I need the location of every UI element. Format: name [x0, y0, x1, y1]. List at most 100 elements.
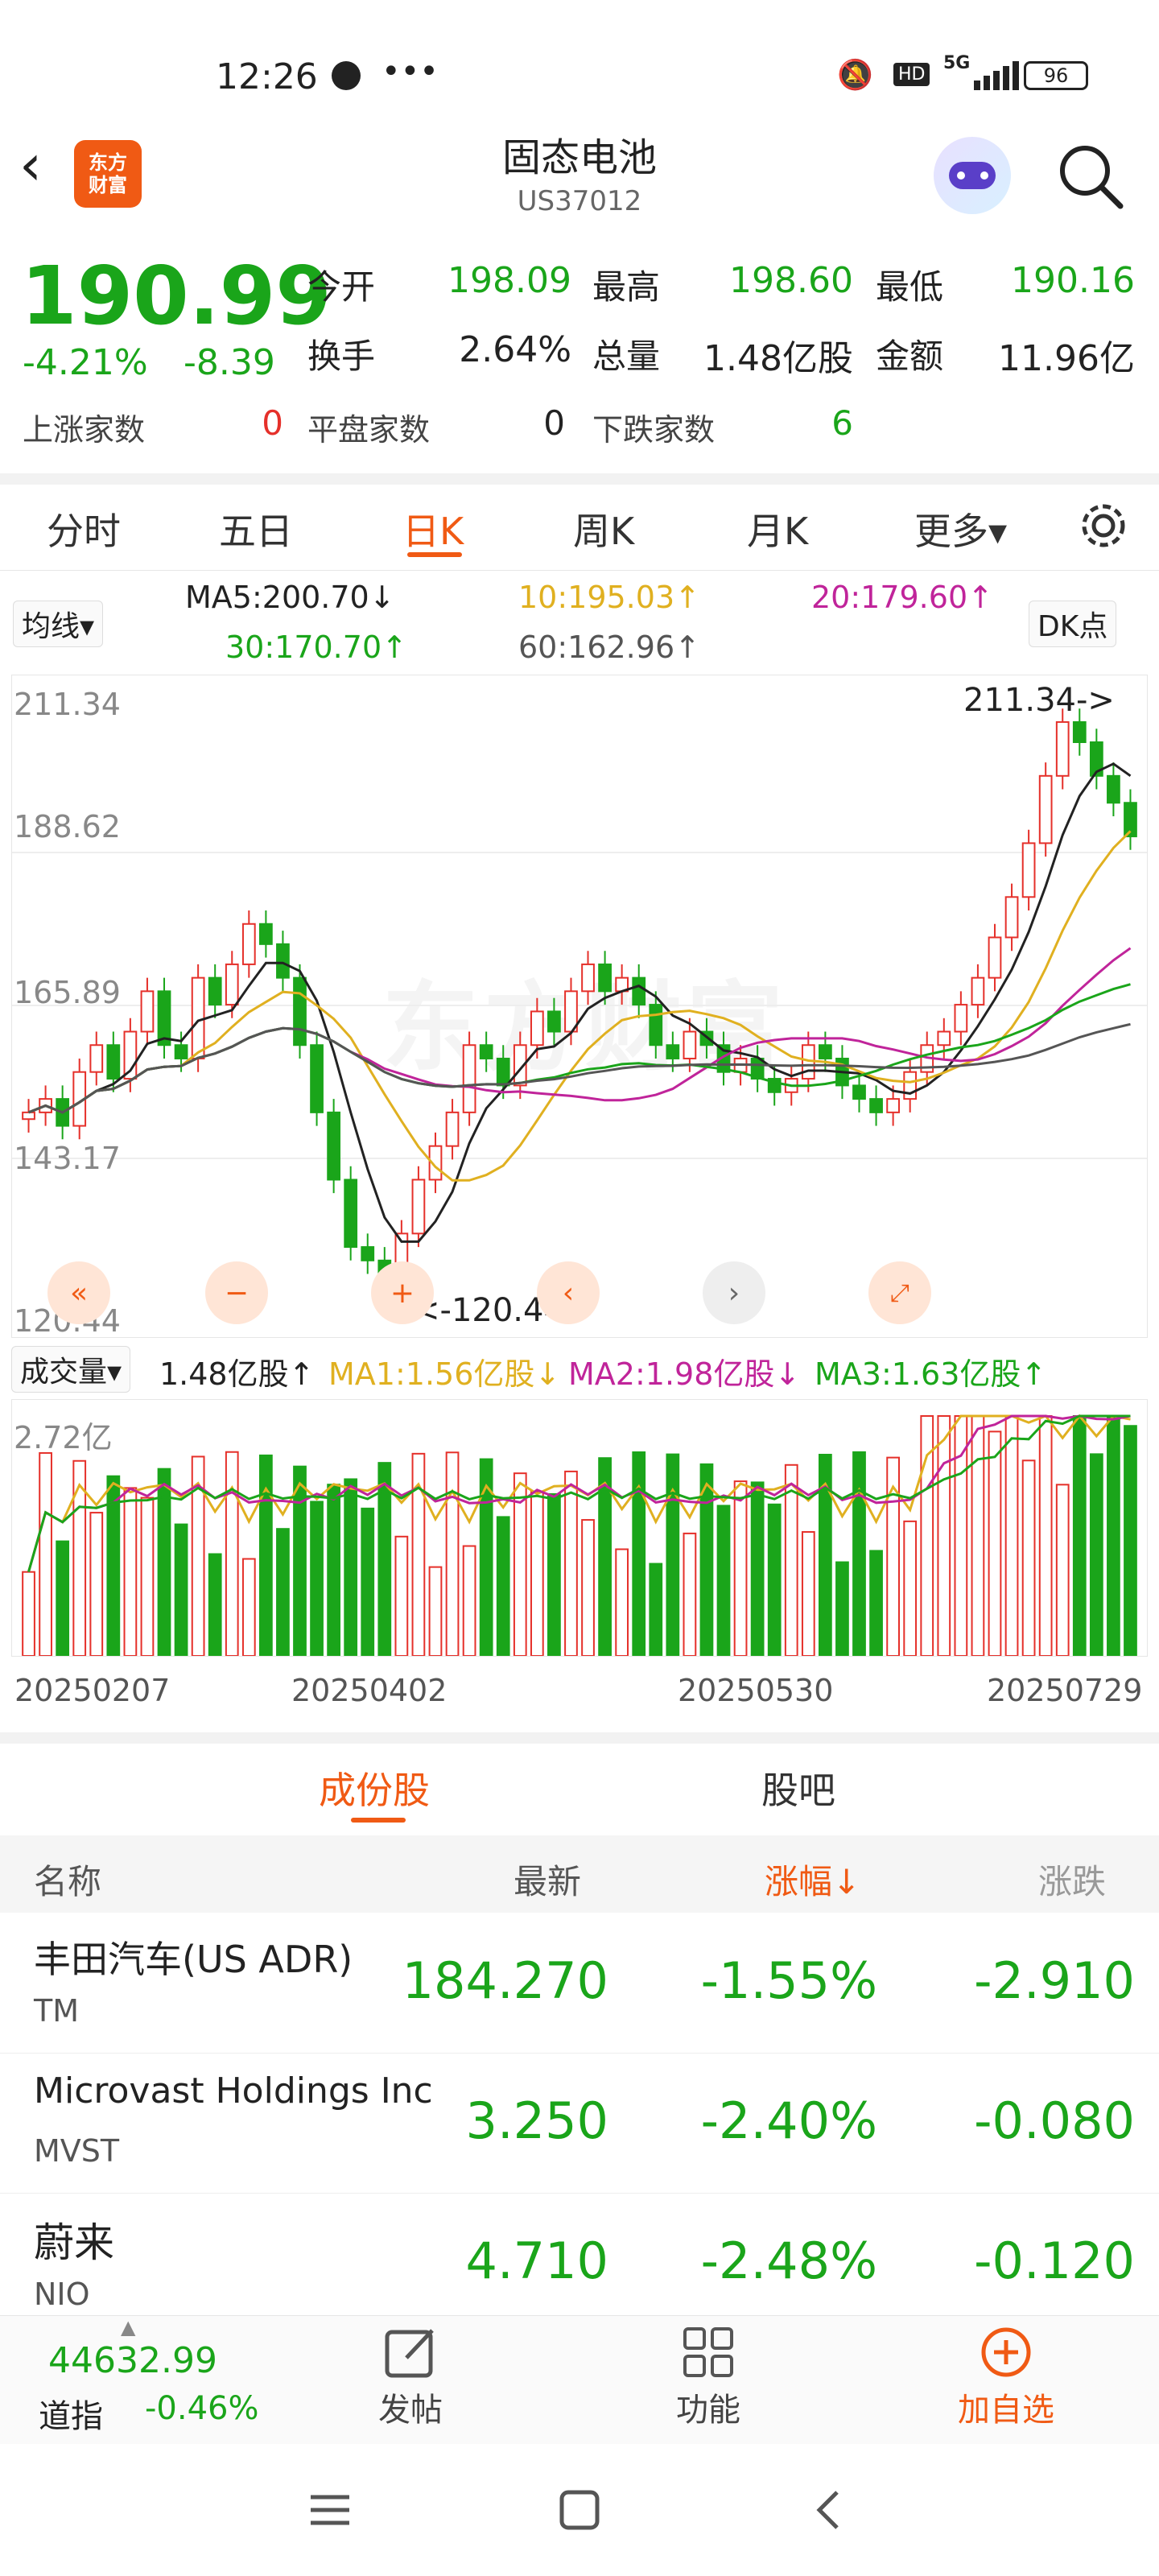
post-button[interactable]: 发帖 — [362, 2324, 459, 2437]
row-code: MVST — [34, 2133, 120, 2169]
add-circle-icon — [981, 2327, 1031, 2377]
search-icon[interactable] — [1054, 140, 1127, 213]
tab-weekly-k[interactable]: 周K — [573, 502, 634, 555]
table-row[interactable]: Microvast Holdings Inc MVST 3.250 -2.40%… — [0, 2053, 1159, 2194]
volume-bar — [530, 1490, 544, 1656]
volume-bar — [1089, 1453, 1103, 1656]
volume-bar — [259, 1454, 273, 1656]
ma-selector[interactable]: 均线▾ — [13, 601, 104, 647]
candle — [971, 976, 985, 1006]
row-code: TM — [34, 1993, 79, 2029]
index-pct[interactable]: -0.46% — [145, 2390, 259, 2427]
stat-high-label: 最高 — [592, 267, 661, 307]
stat-low-label: 最低 — [876, 267, 944, 307]
section-gap-2 — [0, 1732, 1159, 1744]
scroll-left-fast-icon[interactable]: « — [47, 1261, 110, 1324]
grid-icon — [683, 2327, 733, 2377]
volume-bar — [1107, 1415, 1120, 1656]
settings-gear-icon[interactable] — [1075, 497, 1132, 554]
candle — [496, 1057, 510, 1087]
col-change[interactable]: 涨跌 — [1038, 1855, 1106, 1904]
col-change-pct[interactable]: 涨幅↓ — [765, 1855, 860, 1904]
volume-bar — [683, 1532, 697, 1656]
volume-selector[interactable]: 成交量▾ — [11, 1346, 131, 1393]
tab-five-day[interactable]: 五日 — [219, 502, 293, 555]
candle — [903, 1071, 918, 1100]
system-nav — [0, 2444, 1159, 2576]
y-label-2: 188.62 — [14, 809, 121, 844]
candle — [530, 1010, 544, 1046]
candle — [1107, 774, 1120, 804]
volume-bar — [361, 1507, 375, 1656]
fullscreen-icon[interactable]: ⤢ — [868, 1261, 931, 1324]
candle — [632, 976, 646, 1006]
table-row[interactable]: 丰田汽车(US ADR) TM 184.270 -1.55% -2.910 — [0, 1913, 1159, 2054]
row-pct: -2.40% — [700, 2091, 877, 2150]
post-label: 发帖 — [378, 2392, 443, 2429]
candle — [581, 963, 595, 993]
volume-bar — [716, 1505, 731, 1656]
date-label-4: 20250729 — [987, 1673, 1143, 1708]
scroll-right-icon[interactable]: › — [703, 1261, 765, 1324]
zoom-out-icon[interactable]: − — [205, 1261, 268, 1324]
dk-point-button[interactable]: DK点 — [1029, 601, 1117, 647]
rise-count-label: 上涨家数 — [23, 412, 146, 448]
tab-daily-k[interactable]: 日K — [402, 502, 464, 555]
tab-forum[interactable]: 股吧 — [761, 1761, 835, 1814]
volume-bar — [344, 1478, 358, 1656]
volume-ma1: MA1:1.56亿股↓ — [328, 1356, 561, 1392]
collapse-arrow-icon[interactable]: ▲ — [121, 2316, 135, 2339]
volume-bar — [852, 1451, 866, 1656]
row-change: -2.910 — [974, 1951, 1135, 2010]
tab-more[interactable]: 更多▾ — [914, 502, 1007, 555]
candle — [869, 1098, 883, 1113]
add-watchlist-button[interactable]: 加自选 — [950, 2324, 1062, 2437]
candle — [259, 923, 273, 945]
candle — [411, 1179, 426, 1235]
tab-intraday[interactable]: 分时 — [47, 502, 121, 555]
index-value[interactable]: 44632.99 — [48, 2340, 217, 2381]
col-latest[interactable]: 最新 — [514, 1855, 581, 1904]
zoom-in-icon[interactable]: + — [371, 1261, 434, 1324]
kline-svg — [12, 708, 1147, 1301]
table-row[interactable]: 蔚来 NIO 4.710 -2.48% -0.120 — [0, 2193, 1159, 2315]
candle — [683, 1030, 697, 1059]
volume-current: 1.48亿股↑ — [159, 1356, 315, 1392]
tab-constituents[interactable]: 成份股 — [319, 1761, 430, 1814]
candle — [1038, 774, 1053, 844]
volume-bar — [445, 1451, 460, 1656]
back-nav-icon[interactable] — [805, 2486, 853, 2534]
candle — [157, 990, 171, 1046]
candle — [140, 990, 155, 1033]
assistant-robot-icon[interactable] — [934, 137, 1011, 214]
battery-level: 96 — [1043, 64, 1069, 87]
candle — [988, 936, 1002, 979]
candle — [191, 976, 205, 1059]
stat-volume-value: 1.48亿股 — [703, 338, 853, 379]
volume-bar — [327, 1484, 340, 1656]
index-name[interactable]: 道指 — [39, 2390, 103, 2437]
tab-monthly-k[interactable]: 月K — [747, 502, 808, 555]
stat-open-value: 198.09 — [448, 260, 571, 301]
candle — [225, 963, 239, 1006]
table-header: 名称 最新 涨幅↓ 涨跌 — [0, 1835, 1159, 1913]
fall-count-value: 6 — [831, 403, 853, 443]
fall-count-label: 下跌家数 — [592, 412, 716, 448]
function-button[interactable]: 功能 — [660, 2324, 757, 2437]
kline-chart[interactable]: 东方财富 211.34 188.62 165.89 143.17 120.44 … — [11, 675, 1148, 1339]
col-name[interactable]: 名称 — [34, 1855, 101, 1904]
home-icon[interactable] — [555, 2486, 604, 2534]
volume-bar — [801, 1531, 815, 1656]
stat-amount-value: 11.96亿 — [998, 338, 1135, 379]
volume-chart[interactable]: 2.72亿 — [11, 1399, 1148, 1657]
volume-bar — [954, 1415, 968, 1656]
volume-bar — [276, 1528, 290, 1656]
candle — [1072, 720, 1087, 744]
scroll-left-icon[interactable]: ‹ — [537, 1261, 600, 1324]
menu-icon[interactable] — [306, 2486, 354, 2534]
volume-bar — [428, 1566, 443, 1656]
header: ‹ 东方 财富 固态电池 US37012 — [0, 121, 1159, 233]
tab-active-indicator — [407, 552, 462, 557]
candle — [1021, 842, 1036, 898]
date-label-1: 20250207 — [14, 1673, 171, 1708]
